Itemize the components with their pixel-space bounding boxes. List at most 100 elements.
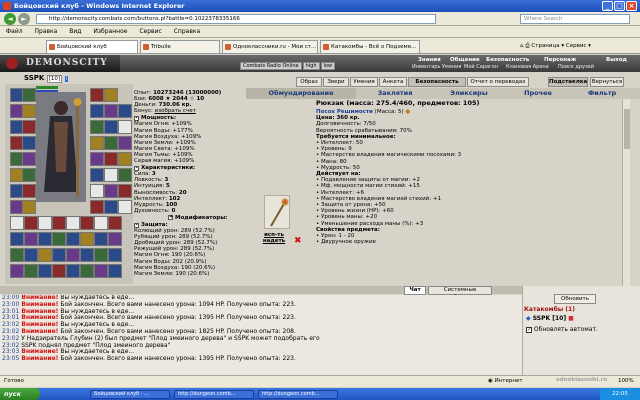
equipment-slot[interactable] [90,152,104,166]
equipment-slot[interactable] [118,120,132,134]
nav-exit[interactable]: Выход [606,57,627,64]
equipment-slot[interactable] [104,152,118,166]
equipment-slot[interactable] [90,88,104,102]
checkbox-checked[interactable]: ✓ [526,327,532,333]
menu-edit[interactable]: Правка [35,28,58,35]
nav-find-friends[interactable]: Поиск друзей [558,64,594,71]
equipment-slot[interactable] [24,232,38,246]
inventory-scrollbar[interactable] [622,99,630,289]
nav-clan-arena[interactable]: Клановая Арена [506,64,549,71]
task-dungeon-2[interactable]: http://dungeon.comb... [258,390,338,399]
equipment-slot[interactable] [80,248,94,262]
tab-catacombs[interactable]: Катакомбы - Всё о Подземе... [320,40,420,53]
equipment-slot[interactable] [94,264,108,278]
nav-character[interactable]: Персонаж [544,57,576,64]
menu-tools[interactable]: Сервис [139,28,161,35]
equipment-slot[interactable] [104,120,118,134]
tab-tribuile[interactable]: Tribuile [140,40,220,53]
equipment-slot[interactable] [22,136,36,150]
minus-icon[interactable]: - [134,222,139,228]
home-icon[interactable]: ⌂ [520,43,524,49]
equipment-slot[interactable] [118,168,132,182]
equipment-slot[interactable] [22,104,36,118]
room-user[interactable]: ◆ SSPK [10] ■ [526,315,574,322]
minus-icon[interactable]: - [134,165,139,171]
equipment-slot[interactable] [22,200,36,214]
equipment-slot[interactable] [24,248,38,262]
radio-low[interactable]: low [320,62,336,70]
scroll-thumb[interactable] [624,109,630,149]
close-button[interactable]: × [626,1,637,11]
equipment-slot[interactable] [118,104,132,118]
equipment-slot[interactable] [108,232,122,246]
info-icon[interactable]: ■ [568,315,574,322]
menu-favorites[interactable]: Избранное [93,28,127,35]
equipment-slot[interactable] [80,216,94,230]
info-icon[interactable]: i [64,76,69,82]
radio-high[interactable]: high [302,62,320,70]
equipment-slot[interactable] [22,168,36,182]
equipment-slot[interactable] [108,248,122,262]
equipment-slot[interactable] [10,232,24,246]
equipment-slot[interactable] [90,184,104,198]
equipment-slot[interactable] [118,136,132,150]
equipment-slot[interactable] [38,232,52,246]
tab-skills[interactable]: Умения [350,77,378,87]
menu-help[interactable]: Справка [174,28,200,35]
equipment-slot[interactable] [22,184,36,198]
equipment-slot[interactable] [90,200,104,214]
search-input[interactable]: Where Search [520,14,630,24]
equipment-slot[interactable] [22,88,36,102]
minus-icon[interactable]: - [134,115,139,121]
equipment-slot[interactable] [22,120,36,134]
tools-menu[interactable]: Сервис [566,43,587,49]
tab-filter[interactable]: Фильтр [572,88,632,99]
equipment-slot[interactable] [38,216,52,230]
nav-skills[interactable]: Умения [442,64,461,71]
equipment-slot[interactable] [118,184,132,198]
item-name[interactable]: Посох Решимости [316,109,373,115]
equipment-slot[interactable] [52,232,66,246]
tab-fight-club[interactable]: Бойцовский клуб [46,40,138,53]
menu-file[interactable]: Файл [6,28,23,35]
equipment-slot[interactable] [66,216,80,230]
equipment-slot[interactable] [108,264,122,278]
equipment-slot[interactable] [118,152,132,166]
equipment-slot[interactable] [80,232,94,246]
plus-icon[interactable]: + [168,215,173,221]
equipment-slot[interactable] [104,136,118,150]
equipment-slot[interactable] [118,200,132,214]
tab-substrate[interactable]: Подстаклка [548,77,588,87]
tab-chat[interactable]: Чат [404,286,426,295]
nav-inventory[interactable]: Инвентарь [412,64,440,71]
equipment-slot[interactable] [24,216,38,230]
nav-my-saragon[interactable]: Мой Сарагон [464,64,498,71]
tab-odnoklassniki[interactable]: Одноклассники.ru - Мои ст... [222,40,318,53]
equipment-slot[interactable] [90,168,104,182]
tab-system-messages[interactable]: Системные сообщения [428,286,492,300]
equipment-slot[interactable] [10,216,24,230]
equipment-slot[interactable] [90,120,104,134]
equipment-slot[interactable] [94,216,108,230]
item-staff-image[interactable] [264,195,290,229]
chat-timestamp[interactable]: 23:05 [2,355,19,362]
item-delete-icon[interactable]: ✖ [294,236,302,246]
equipment-slot[interactable] [104,104,118,118]
tab-elixirs[interactable]: Эликсиры [434,88,504,99]
equipment-slot[interactable] [10,264,24,278]
nav-chat[interactable]: Общение [450,57,480,64]
url-input[interactable]: http://demonscity.combats.com/buttons.pl… [36,14,436,24]
menu-view[interactable]: Вид [69,28,81,35]
equipment-slot[interactable] [38,264,52,278]
equipment-slot[interactable] [10,248,24,262]
item-use-link[interactable]: исп-ть надеть [254,232,294,244]
character-avatar[interactable] [36,92,86,202]
print-icon[interactable]: ⎙ [525,43,529,49]
refresh-button[interactable]: Обновить [554,294,596,304]
minimize-button[interactable]: _ [602,1,613,11]
tab-spells[interactable]: Заклятия [360,88,430,99]
tab-security[interactable]: Безопасность [408,77,466,87]
tab-transfer-report[interactable]: Отчет о переводах [467,77,529,87]
equipment-slot[interactable] [66,248,80,262]
equipment-slot[interactable] [22,152,36,166]
